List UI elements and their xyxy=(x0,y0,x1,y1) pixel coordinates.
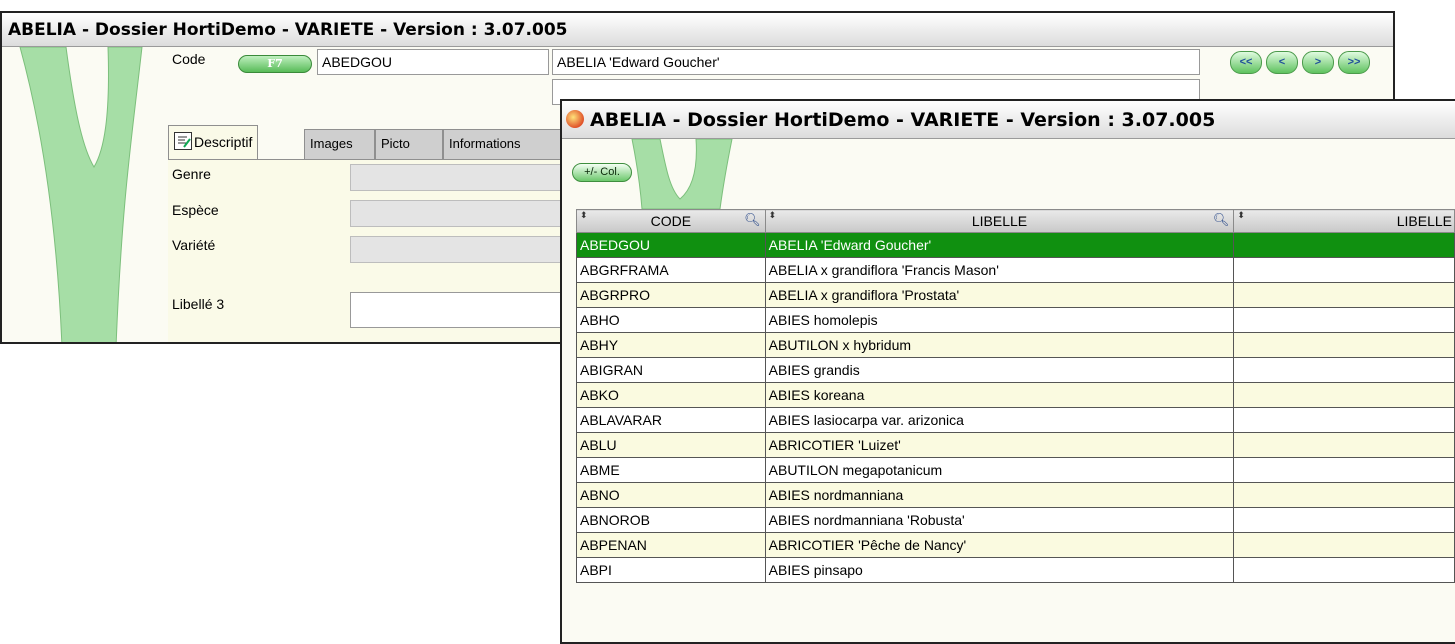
column-header-code-label: CODE xyxy=(650,213,692,229)
table-row[interactable]: ABNOROB ABIES nordmanniana 'Robusta' xyxy=(576,507,1455,533)
cell-code[interactable]: ABLAVARAR xyxy=(576,407,766,433)
cell-libelle[interactable]: ABIES pinsapo xyxy=(764,557,1235,583)
table-row[interactable]: ABHY ABUTILON x hybridum xyxy=(576,332,1455,358)
last-record-button[interactable]: >> xyxy=(1338,51,1370,74)
first-record-button[interactable]: << xyxy=(1230,51,1262,74)
cell-libelle[interactable]: ABRICOTIER 'Luizet' xyxy=(764,432,1235,458)
cell-libelle[interactable]: ABIES nordmanniana 'Robusta' xyxy=(764,507,1235,533)
previous-record-button[interactable]: < xyxy=(1266,51,1298,74)
cell-code[interactable]: ABLU xyxy=(576,432,766,458)
code-label: Code xyxy=(172,51,206,67)
cell-code[interactable]: ABPI xyxy=(576,557,766,583)
window-title: ABELIA - Dossier HortiDemo - VARIETE - V… xyxy=(2,13,1393,47)
tab-images[interactable]: Images xyxy=(304,129,375,159)
notepad-icon xyxy=(174,132,192,151)
tab-picto[interactable]: Picto xyxy=(375,129,443,159)
cell-code[interactable]: ABHY xyxy=(576,332,766,358)
genre-label: Genre xyxy=(172,166,211,182)
column-header-libelle2-label: LIBELLE xyxy=(1396,213,1452,229)
leaf-decoration xyxy=(19,47,143,342)
window-title-bar: ABELIA - Dossier HortiDemo - VARIETE - V… xyxy=(562,101,1455,139)
cell-libelle2[interactable] xyxy=(1233,532,1455,558)
cell-code[interactable]: ABIGRAN xyxy=(576,357,766,383)
cell-libelle2[interactable] xyxy=(1233,507,1455,533)
cell-libelle2[interactable] xyxy=(1233,557,1455,583)
cell-libelle[interactable]: ABELIA x grandiflora 'Prostata' xyxy=(764,282,1235,308)
table-row[interactable]: ABPI ABIES pinsapo xyxy=(576,557,1455,583)
table-row[interactable]: ABLAVARAR ABIES lasiocarpa var. arizonica xyxy=(576,407,1455,433)
table-row[interactable]: ABGRPRO ABELIA x grandiflora 'Prostata' xyxy=(576,282,1455,308)
next-record-button[interactable]: > xyxy=(1302,51,1334,74)
cell-libelle2[interactable] xyxy=(1233,257,1455,283)
tab-descriptif[interactable]: Descriptif xyxy=(168,125,259,159)
espece-label: Espèce xyxy=(172,202,219,218)
cell-code[interactable]: ABPENAN xyxy=(576,532,766,558)
table-row[interactable]: ABME ABUTILON megapotanicum xyxy=(576,457,1455,483)
cell-libelle2[interactable] xyxy=(1233,332,1455,358)
cell-code[interactable]: ABKO xyxy=(576,382,766,408)
cell-libelle2[interactable] xyxy=(1233,232,1455,258)
cell-libelle2[interactable] xyxy=(1233,357,1455,383)
f7-lookup-button[interactable]: F7 xyxy=(238,55,312,73)
sort-icon[interactable]: ⬍ xyxy=(769,211,777,222)
cell-code[interactable]: ABGRFRAMA xyxy=(576,257,766,283)
cell-libelle[interactable]: ABIES homolepis xyxy=(764,307,1235,333)
cell-libelle2[interactable] xyxy=(1233,482,1455,508)
cell-code[interactable]: ABME xyxy=(576,457,766,483)
cell-libelle[interactable]: ABIES koreana xyxy=(764,382,1235,408)
column-header-libelle-label: LIBELLE xyxy=(971,213,1028,229)
cell-code[interactable]: ABNOROB xyxy=(576,507,766,533)
search-icon[interactable]: 🔍︎ xyxy=(1213,212,1230,228)
tab-informations[interactable]: Informations xyxy=(443,129,561,159)
cell-libelle2[interactable] xyxy=(1233,282,1455,308)
leaf-decoration xyxy=(631,139,733,209)
table-row[interactable]: ABEDGOU ABELIA 'Edward Goucher' xyxy=(576,232,1455,258)
cell-code[interactable]: ABEDGOU xyxy=(576,232,766,258)
column-header-libelle2[interactable]: ⬍ LIBELLE xyxy=(1233,209,1455,233)
cell-libelle[interactable]: ABIES lasiocarpa var. arizonica xyxy=(764,407,1235,433)
variete-list-window: ABELIA - Dossier HortiDemo - VARIETE - V… xyxy=(560,99,1455,644)
column-header-libelle[interactable]: ⬍ LIBELLE 🔍︎ xyxy=(764,209,1235,233)
table-row[interactable]: ABLU ABRICOTIER 'Luizet' xyxy=(576,432,1455,458)
libelle-input[interactable]: ABELIA 'Edward Goucher' xyxy=(552,49,1200,75)
cell-libelle[interactable]: ABELIA x grandiflora 'Francis Mason' xyxy=(764,257,1235,283)
table-row[interactable]: ABIGRAN ABIES grandis xyxy=(576,357,1455,383)
cell-libelle2[interactable] xyxy=(1233,457,1455,483)
variete-table: ⬍ CODE 🔍︎ ⬍ LIBELLE 🔍︎ ⬍ LIBELLE ABEDGOU ABELI… xyxy=(576,209,1455,583)
table-row[interactable]: ABGRFRAMA ABELIA x grandiflora 'Francis M… xyxy=(576,257,1455,283)
cell-libelle2[interactable] xyxy=(1233,382,1455,408)
table-row[interactable]: ABKO ABIES koreana xyxy=(576,382,1455,408)
cell-libelle2[interactable] xyxy=(1233,407,1455,433)
cell-libelle[interactable]: ABUTILON megapotanicum xyxy=(764,457,1235,483)
table-row[interactable]: ABHO ABIES homolepis xyxy=(576,307,1455,333)
sort-icon[interactable]: ⬍ xyxy=(1237,211,1245,222)
cell-libelle[interactable]: ABUTILON x hybridum xyxy=(764,332,1235,358)
cell-libelle[interactable]: ABELIA 'Edward Goucher' xyxy=(764,232,1235,258)
code-input[interactable]: ABEDGOU xyxy=(317,49,549,75)
sort-icon[interactable]: ⬍ xyxy=(580,211,588,222)
cell-libelle[interactable]: ABIES grandis xyxy=(764,357,1235,383)
search-icon[interactable]: 🔍︎ xyxy=(744,212,761,228)
window-title: ABELIA - Dossier HortiDemo - VARIETE - V… xyxy=(590,109,1216,131)
cell-libelle[interactable]: ABRICOTIER 'Pêche de Nancy' xyxy=(764,532,1235,558)
cell-code[interactable]: ABNO xyxy=(576,482,766,508)
libelle3-label: Libellé 3 xyxy=(172,296,225,312)
column-header-code[interactable]: ⬍ CODE 🔍︎ xyxy=(576,209,766,233)
toggle-columns-button[interactable]: +/- Col. xyxy=(572,163,632,182)
cell-code[interactable]: ABGRPRO xyxy=(576,282,766,308)
cell-libelle2[interactable] xyxy=(1233,307,1455,333)
cell-code[interactable]: ABHO xyxy=(576,307,766,333)
table-header-row: ⬍ CODE 🔍︎ ⬍ LIBELLE 🔍︎ ⬍ LIBELLE xyxy=(576,209,1455,233)
tab-descriptif-label: Descriptif xyxy=(194,134,253,150)
app-icon xyxy=(566,109,584,128)
cell-libelle[interactable]: ABIES nordmanniana xyxy=(764,482,1235,508)
table-row[interactable]: ABPENAN ABRICOTIER 'Pêche de Nancy' xyxy=(576,532,1455,558)
variete-label: Variété xyxy=(172,237,216,253)
cell-libelle2[interactable] xyxy=(1233,432,1455,458)
table-row[interactable]: ABNO ABIES nordmanniana xyxy=(576,482,1455,508)
